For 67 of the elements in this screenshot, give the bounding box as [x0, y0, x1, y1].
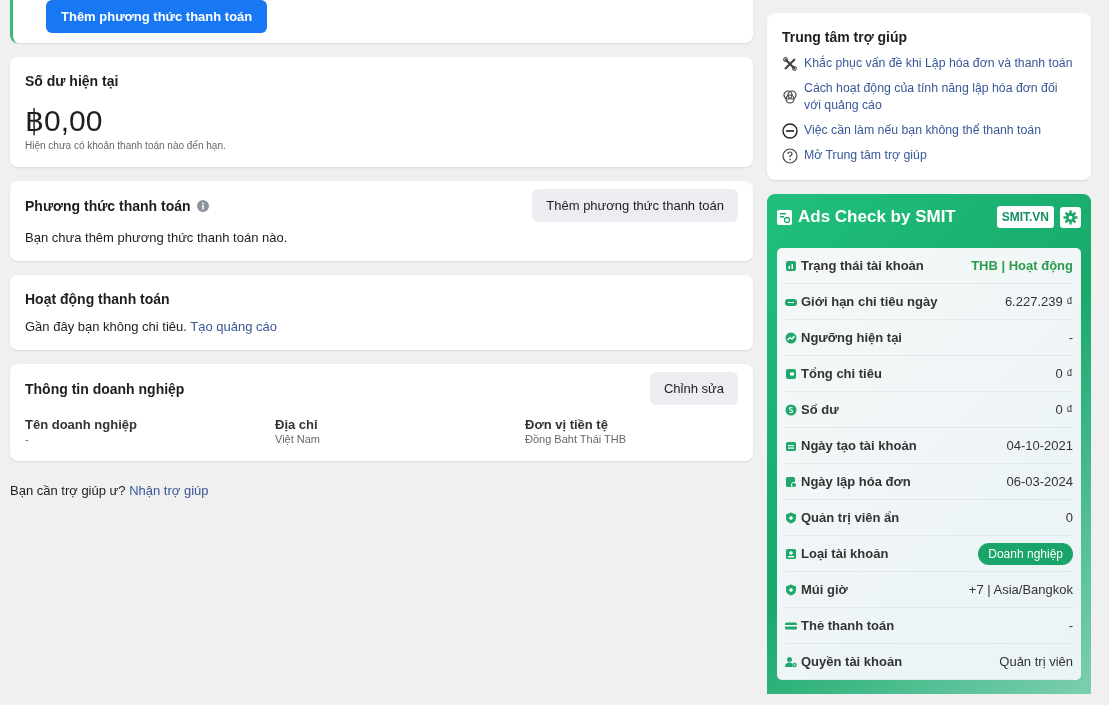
info-label: Quản trị viên ẩn	[801, 510, 901, 525]
info-value: THB | Hoạt động	[971, 258, 1073, 273]
info-value: 6.227.239 ₫	[1004, 294, 1073, 309]
help-link[interactable]: Cách hoạt động của tính năng lập hóa đơn đối với quảng cáo	[804, 80, 1076, 114]
trend-icon	[785, 331, 797, 344]
info-label: Giới hạn chi tiêu ngày	[801, 294, 939, 309]
info-value: 06-03-2024	[1006, 474, 1073, 489]
info-label: Ngày tạo tài khoản	[801, 438, 918, 453]
panel-title: Ads Check by SMIT	[798, 207, 957, 227]
shield-icon	[785, 583, 797, 596]
settings-button[interactable]	[1060, 206, 1081, 228]
chart-icon	[785, 259, 797, 272]
balance-note: Hiện chưa có khoản thanh toán nào đến hạn.	[25, 140, 227, 151]
question-circle-icon	[782, 147, 798, 164]
section-title: Hoạt động thanh toán	[25, 291, 171, 307]
get-help-link[interactable]: Nhận trợ giúp	[129, 483, 209, 498]
field-value: -	[25, 433, 30, 445]
info-value: 0	[1065, 510, 1073, 525]
account-type-badge: Doanh nghiệp	[978, 542, 1073, 565]
info-value: +7 | Asia/Bangkok	[968, 582, 1073, 597]
add-payment-method-button[interactable]: Thêm phương thức thanh toán	[532, 189, 738, 222]
info-label: Ngưỡng hiện tại	[801, 330, 903, 345]
dollar-icon	[785, 403, 797, 416]
field-label: Địa chỉ	[275, 417, 319, 432]
field-value: Việt Nam	[275, 433, 322, 445]
info-icon[interactable]	[196, 200, 209, 213]
minus-circle-icon	[782, 122, 798, 139]
info-label: Số dư	[801, 402, 840, 417]
help-link[interactable]: Mở Trung tâm trợ giúp	[804, 147, 927, 164]
info-value: Quản trị viên	[999, 654, 1073, 669]
user-gear-icon	[785, 655, 797, 668]
help-question: Bạn cần trợ giúp ư?	[10, 483, 126, 498]
section-title: Thông tin doanh nghiệp	[25, 380, 185, 397]
info-value: -	[1068, 618, 1073, 633]
info-label: Thẻ thanh toán	[801, 618, 896, 633]
user-icon	[785, 547, 797, 560]
info-value: 0 ₫	[1055, 366, 1073, 381]
info-value: -	[1068, 330, 1073, 345]
empty-message: Bạn chưa thêm phương thức thanh toán nào.	[25, 230, 289, 245]
info-label: Ngày lập hóa đơn	[801, 474, 912, 489]
info-label: Tổng chi tiêu	[801, 366, 883, 381]
balance-amount: ฿0,00	[25, 103, 104, 138]
info-label: Trạng thái tài khoản	[801, 258, 925, 273]
info-label: Múi giờ	[801, 582, 849, 597]
calendar-icon	[785, 439, 797, 452]
section-title: Phương thức thanh toán	[25, 197, 191, 214]
shield-icon	[785, 511, 797, 524]
info-label: Quyền tài khoản	[801, 654, 904, 669]
activity-message: Gần đây bạn không chi tiêu.	[25, 319, 187, 334]
field-value: Đồng Baht Thái THB	[525, 433, 628, 445]
help-link[interactable]: Việc cần làm nếu bạn không thể thanh toán	[804, 122, 1041, 139]
help-link[interactable]: Khắc phục vấn đề khi Lập hóa đơn và thanh toán	[804, 55, 1073, 72]
field-label: Tên doanh nghiệp	[25, 417, 138, 432]
tools-icon	[782, 55, 798, 72]
website-button[interactable]: SMIT.VN	[996, 206, 1054, 228]
section-title: Số dư hiện tại	[25, 73, 120, 89]
section-title: Trung tâm trợ giúp	[782, 29, 909, 45]
field-label: Đơn vị tiền tệ	[525, 417, 609, 432]
info-value: 0 ₫	[1055, 402, 1073, 417]
info-label: Loại tài khoản	[801, 546, 890, 561]
create-ad-link[interactable]: Tạo quảng cáo	[190, 319, 277, 334]
document-icon	[785, 475, 797, 488]
circles-icon	[782, 89, 798, 105]
add-payment-method-button[interactable]: Thêm phương thức thanh toán	[46, 0, 268, 33]
info-value: 04-10-2021	[1006, 438, 1073, 453]
report-icon	[777, 209, 792, 225]
edit-button[interactable]: Chỉnh sửa	[650, 372, 738, 405]
